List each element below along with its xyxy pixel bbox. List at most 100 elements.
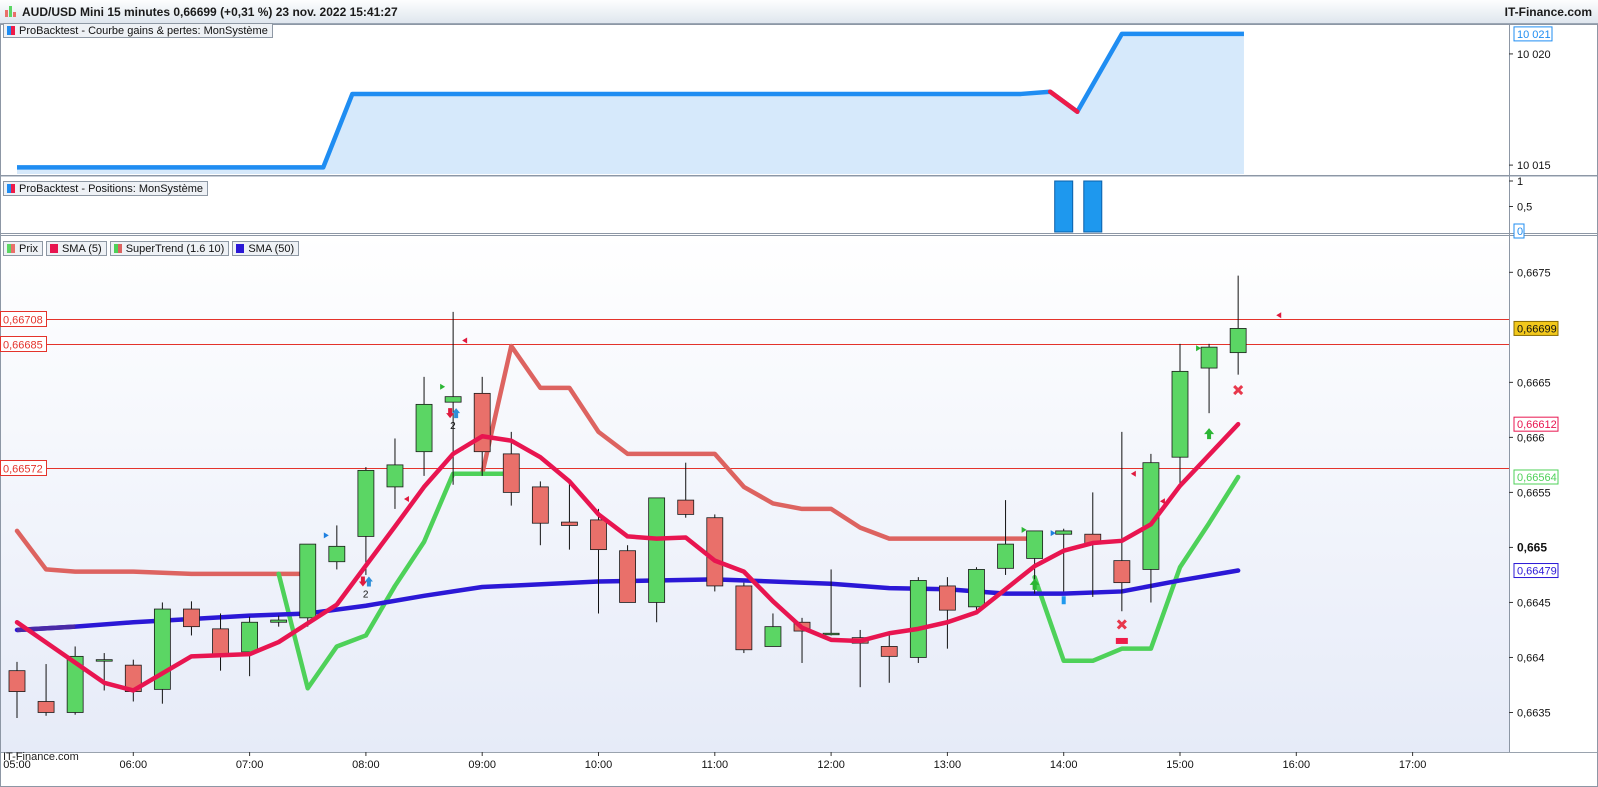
price-axis-label: 0,664 — [1517, 652, 1545, 664]
candle-bear — [212, 628, 229, 655]
sma50-color-icon — [236, 244, 245, 253]
position-bar — [1083, 180, 1103, 233]
horizontal-line-label: 0,66708 — [3, 315, 43, 327]
candle-bear — [8, 670, 26, 692]
time-axis-label: 15:00 — [1166, 759, 1194, 771]
candle-bull — [1200, 346, 1218, 369]
signal-count-label: 2 — [450, 421, 456, 432]
candle-bull — [444, 396, 462, 403]
candle-bear — [677, 499, 695, 515]
candle-bull — [328, 545, 346, 563]
candle-bull — [909, 580, 927, 658]
candle-bear — [561, 521, 578, 526]
time-axis-label: 09:00 — [468, 759, 496, 771]
price-axis-label: 0,6665 — [1517, 377, 1551, 389]
legend-price[interactable]: Prix — [3, 241, 43, 256]
time-axis-label: 12:00 — [817, 759, 845, 771]
time-axis-label: 07:00 — [236, 759, 264, 771]
candle-bull — [415, 403, 433, 453]
brand-name: IT-Finance.com — [1504, 5, 1592, 19]
time-axis-label: 10:00 — [585, 759, 613, 771]
candle-bear — [619, 550, 636, 603]
candle-bear — [706, 517, 724, 587]
candle-bear — [37, 701, 55, 713]
indicator-legend: Prix SMA (5) SuperTrend (1.6 10) SMA (50… — [3, 241, 300, 256]
candle-bull — [1026, 530, 1044, 559]
horizontal-line-label: 0,66572 — [3, 464, 43, 476]
time-axis-label: 16:00 — [1283, 759, 1311, 771]
equity-axis-label: 10 020 — [1517, 49, 1551, 61]
price-axis-label: 0,6645 — [1517, 597, 1551, 609]
candle-bear — [473, 392, 491, 453]
candle-bull — [968, 569, 985, 608]
indicator-price-label: 0,66479 — [1517, 566, 1557, 578]
candle-bear — [735, 585, 753, 651]
time-axis-label: 14:00 — [1050, 759, 1078, 771]
price-axis-label: 0,665 — [1517, 540, 1547, 554]
time-axis-label: 13:00 — [934, 759, 962, 771]
candle-bull — [1171, 370, 1189, 458]
indicator-price-label: 0,66612 — [1517, 419, 1557, 431]
candle-bull — [357, 469, 375, 537]
price-axis-label: 0,6635 — [1517, 707, 1551, 719]
horizontal-line-label: 0,66685 — [3, 340, 43, 352]
watermark: IT-Finance.com — [3, 751, 79, 763]
candle-bull — [270, 619, 288, 623]
price-axis-label: 0,6675 — [1517, 267, 1551, 279]
legend-supertrend[interactable]: SuperTrend (1.6 10) — [109, 241, 230, 256]
candle-bull — [822, 632, 840, 636]
candle-bull — [299, 543, 317, 619]
candle-bear — [590, 519, 607, 551]
positions-panel-bg — [0, 176, 1509, 233]
candle-bear — [880, 646, 898, 657]
time-axis-label: 08:00 — [352, 759, 380, 771]
candle-bull — [386, 464, 404, 488]
position-bar — [1054, 180, 1074, 233]
candle-bull — [1055, 530, 1073, 535]
title-bar: AUD/USD Mini 15 minutes 0,66699 (+0,31 %… — [0, 0, 1598, 24]
chart-canvas[interactable]: 10 020 10 015 10 021 1 0,5 0 0,66708 0,66685 0,6… — [0, 0, 1598, 787]
positions-panel-label[interactable]: ProBacktest - Positions: MonSystème — [3, 181, 209, 196]
equity-current-label: 10 021 — [1517, 29, 1551, 41]
price-series-icon — [7, 244, 15, 253]
candle-bull — [95, 659, 113, 662]
legend-supertrend-text: SuperTrend (1.6 10) — [125, 243, 225, 255]
positions-axis-label: 1 — [1517, 176, 1523, 188]
instrument-title: AUD/USD Mini 15 minutes 0,66699 (+0,31 %… — [22, 5, 398, 19]
candle-bear — [502, 453, 520, 493]
backtest-indicator-icon — [7, 26, 15, 35]
signal-count-label: 2 — [363, 590, 369, 601]
legend-sma50-text: SMA (50) — [248, 243, 295, 255]
equity-axis-label: 10 015 — [1517, 160, 1551, 172]
time-axis-label: 17:00 — [1399, 759, 1427, 771]
chart-window: 10 020 10 015 10 021 1 0,5 0 0,66708 0,66685 0,6… — [0, 0, 1598, 787]
time-axis-label: 11:00 — [701, 759, 728, 771]
candle-bull — [997, 543, 1014, 569]
sma5-color-icon — [49, 244, 58, 253]
candle-bear — [183, 608, 200, 628]
backtest-indicator-icon — [7, 184, 15, 193]
candle-bear — [1113, 560, 1131, 584]
position-marker — [1061, 596, 1066, 605]
candle-bull — [764, 626, 782, 647]
legend-sma5[interactable]: SMA (5) — [45, 241, 107, 256]
current-price-label: 0,66699 — [1517, 323, 1557, 335]
legend-sma5-text: SMA (5) — [61, 243, 102, 255]
candle-bull — [648, 497, 666, 603]
indicator-price-label: 0,66564 — [1517, 472, 1557, 484]
candle-bull — [1229, 328, 1247, 354]
price-axis-label: 0,6655 — [1517, 487, 1551, 499]
legend-sma50[interactable]: SMA (50) — [232, 241, 300, 256]
legend-price-text: Prix — [19, 243, 38, 255]
supertrend-color-icon — [113, 244, 122, 253]
time-axis-label: 06:00 — [120, 759, 148, 771]
positions-axis-label: 0,5 — [1517, 202, 1532, 214]
positions-panel-label-text: ProBacktest - Positions: MonSystème — [19, 183, 204, 195]
price-axis-label: 0,666 — [1517, 432, 1545, 444]
candle-bull — [241, 621, 259, 653]
candle-bear — [531, 486, 549, 524]
candlestick-chart-icon — [5, 5, 17, 17]
equity-panel-label[interactable]: ProBacktest - Courbe gains & pertes: Mon… — [3, 23, 273, 38]
positions-current-label: 0 — [1517, 226, 1523, 238]
equity-panel-label-text: ProBacktest - Courbe gains & pertes: Mon… — [19, 25, 268, 37]
